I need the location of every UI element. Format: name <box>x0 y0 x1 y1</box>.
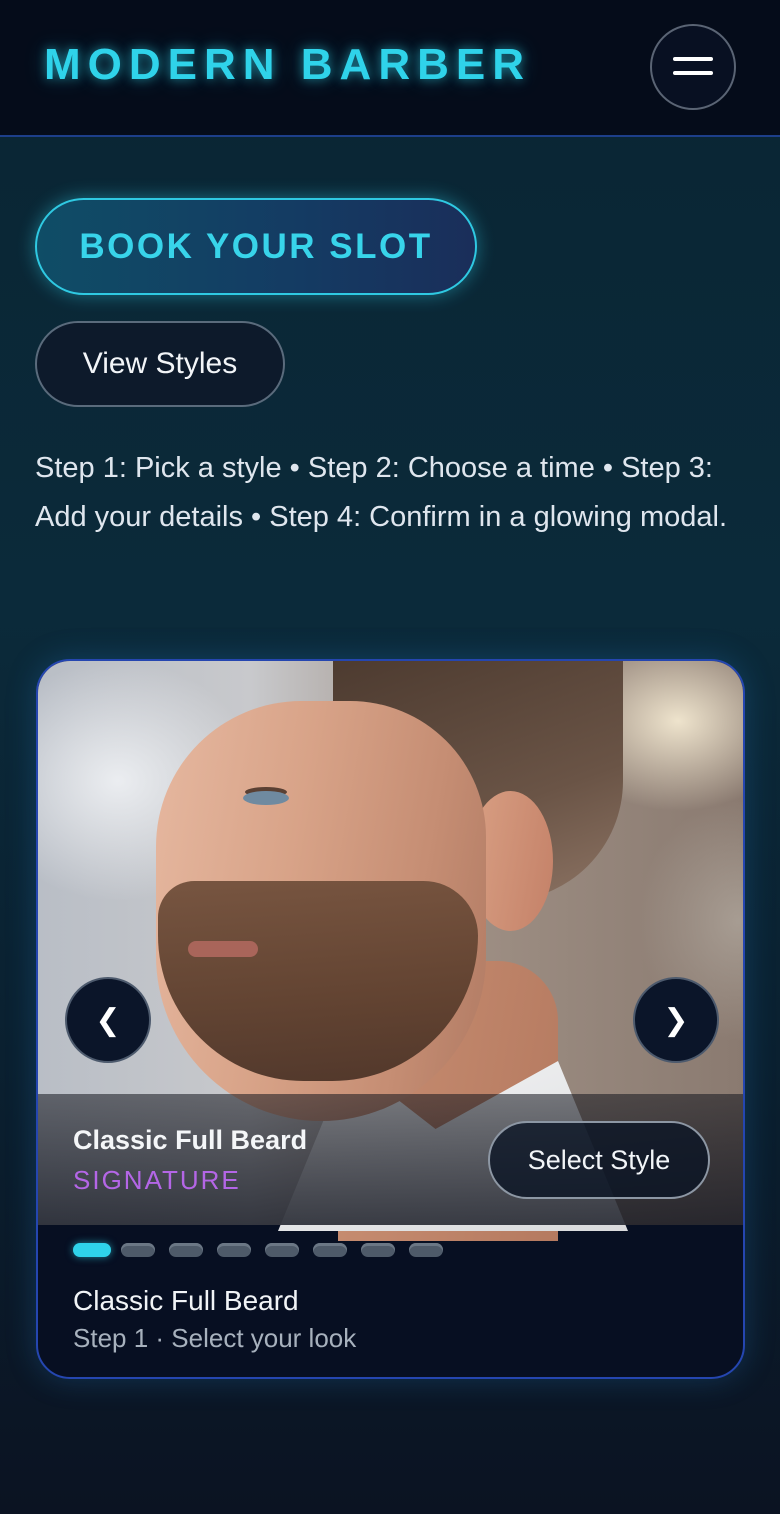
carousel-dot[interactable] <box>121 1243 155 1257</box>
carousel-next-button[interactable]: ❯ <box>633 977 719 1063</box>
card-footer-subtitle: Step 1 · Select your look <box>73 1323 357 1353</box>
brand-logo: MODERN BARBER <box>44 40 531 89</box>
book-slot-button[interactable]: BOOK YOUR SLOT <box>35 198 477 295</box>
slide-style-tag: SIGNATURE <box>73 1165 241 1195</box>
hamburger-menu-icon <box>673 56 713 78</box>
slide-style-name: Classic Full Beard <box>73 1125 308 1155</box>
chevron-left-icon: ❮ <box>95 1003 121 1037</box>
carousel-dot[interactable] <box>361 1243 395 1257</box>
chevron-right-icon: ❯ <box>663 1003 689 1037</box>
select-style-button[interactable]: Select Style <box>488 1121 710 1199</box>
carousel-dot[interactable] <box>409 1243 443 1257</box>
carousel-prev-button[interactable]: ❮ <box>65 977 151 1063</box>
carousel-dot[interactable] <box>265 1243 299 1257</box>
menu-button[interactable] <box>650 24 736 110</box>
carousel-dot[interactable] <box>169 1243 203 1257</box>
view-styles-button[interactable]: View Styles <box>35 321 285 407</box>
style-carousel-card: Classic Full Beard SIGNATURE Select Styl… <box>36 659 745 1379</box>
app-header: MODERN BARBER <box>0 0 780 137</box>
carousel-dot[interactable] <box>217 1243 251 1257</box>
carousel-dot[interactable] <box>73 1243 111 1257</box>
booking-steps-text: Step 1: Pick a style • Step 2: Choose a … <box>35 452 728 533</box>
carousel-dot[interactable] <box>313 1243 347 1257</box>
card-footer-title: Classic Full Beard <box>73 1285 299 1316</box>
